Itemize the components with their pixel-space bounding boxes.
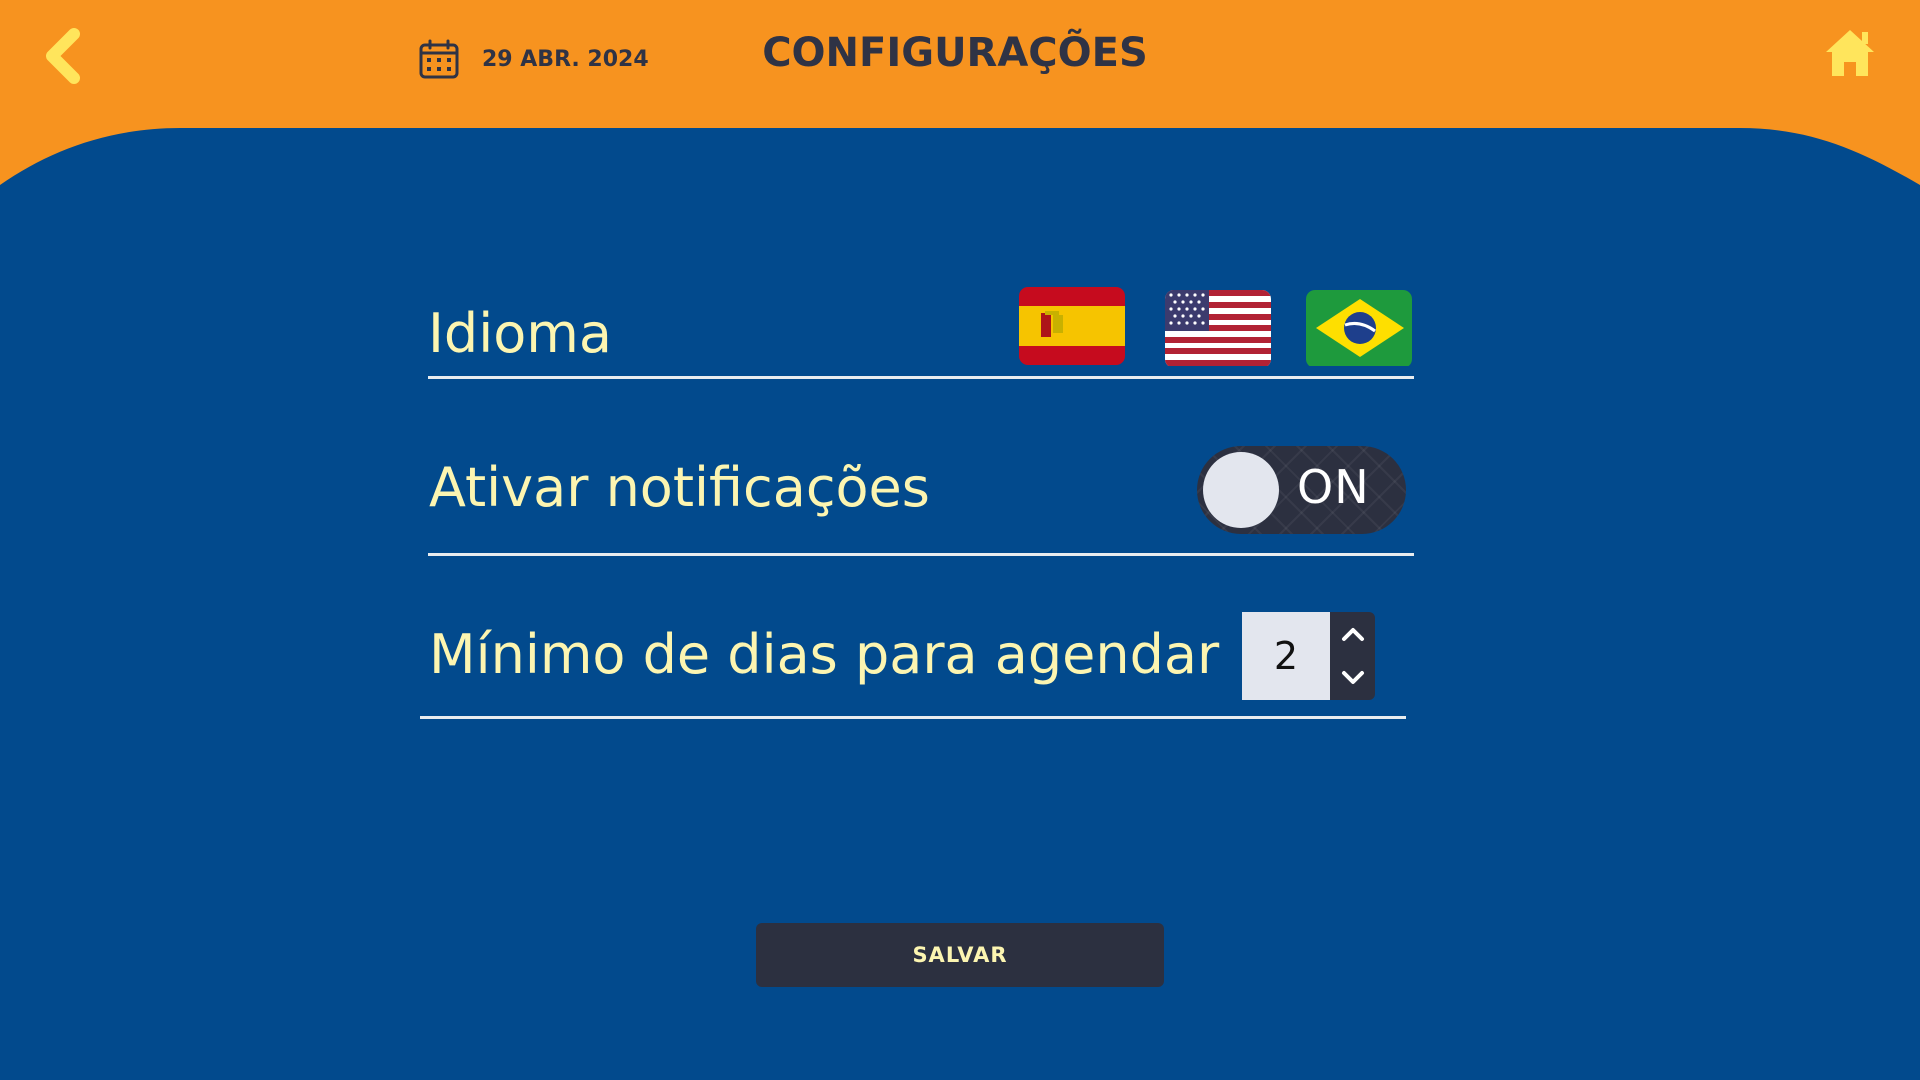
flag-usa-button[interactable] (1165, 290, 1271, 368)
chevron-left-icon (46, 28, 80, 84)
min-days-input[interactable]: 2 (1242, 612, 1330, 700)
min-days-divider (420, 716, 1406, 719)
save-button[interactable]: SALVAR (756, 923, 1164, 987)
home-icon (1826, 30, 1874, 76)
notifications-toggle[interactable]: ON (1197, 446, 1406, 534)
header-background (0, 0, 1920, 185)
increment-button[interactable] (1330, 612, 1375, 656)
chevron-down-icon (1341, 671, 1364, 684)
date-display: 29 ABR. 2024 (418, 36, 649, 82)
flag-brazil-icon (1306, 290, 1412, 366)
flag-usa-icon (1165, 290, 1271, 366)
decrement-button[interactable] (1330, 656, 1375, 700)
chevron-up-icon (1341, 628, 1364, 641)
calendar-icon (419, 39, 459, 79)
language-divider (428, 376, 1414, 379)
toggle-knob (1203, 452, 1279, 528)
notifications-divider (428, 553, 1414, 556)
min-days-stepper: 2 (1242, 612, 1375, 700)
stepper-arrows (1330, 612, 1375, 700)
flag-spain-icon (1019, 287, 1125, 365)
home-button[interactable] (1822, 26, 1878, 80)
header-bar: 29 ABR. 2024 CONFIGURAÇÕES (0, 0, 1920, 185)
toggle-state-text: ON (1297, 460, 1370, 514)
save-label: SALVAR (912, 943, 1008, 967)
language-label: Idioma (428, 302, 612, 365)
flag-brazil-button[interactable] (1306, 290, 1412, 368)
flag-spain-button[interactable] (1019, 287, 1125, 365)
notifications-label: Ativar notificações (429, 456, 930, 519)
back-button[interactable] (40, 26, 92, 86)
date-text: 29 ABR. 2024 (482, 46, 649, 72)
min-days-label: Mínimo de dias para agendar (429, 623, 1220, 686)
page-title: CONFIGURAÇÕES (762, 30, 1148, 76)
